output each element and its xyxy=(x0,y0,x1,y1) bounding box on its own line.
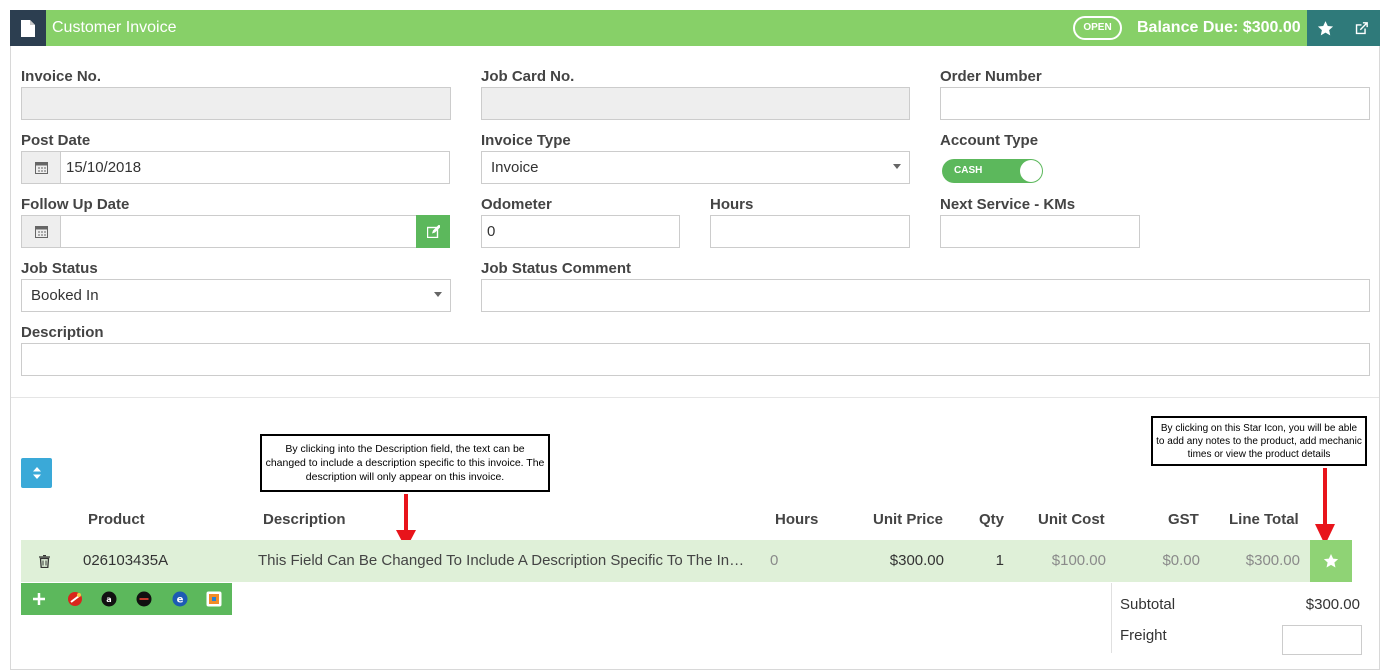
invoice-type-value: Invoice xyxy=(491,159,539,176)
hours-field[interactable] xyxy=(710,215,910,248)
invoice-no-label: Invoice No. xyxy=(21,68,102,85)
integration-1-icon xyxy=(68,592,82,606)
row-line-total: $300.00 xyxy=(1245,552,1300,569)
job-card-no-label: Job Card No. xyxy=(481,68,575,85)
description-callout: By clicking into the Description field, … xyxy=(260,434,550,492)
page-title: Customer Invoice xyxy=(52,19,177,36)
integration-4-button[interactable]: e xyxy=(171,590,189,608)
row-gst: $0.00 xyxy=(1162,552,1200,569)
follow-up-date-field[interactable] xyxy=(60,215,417,248)
trash-icon xyxy=(39,554,50,568)
edit-icon xyxy=(426,225,440,238)
post-date-field[interactable]: 15/10/2018 xyxy=(60,151,450,184)
follow-up-date-label: Follow Up Date xyxy=(21,196,130,213)
row-product[interactable]: 026103435A xyxy=(83,540,168,582)
invoice-header: Customer Invoice OPEN Balance Due: $300.… xyxy=(10,10,1380,46)
invoice-no-field[interactable] xyxy=(21,87,451,120)
row-hours[interactable]: 0 xyxy=(770,540,778,582)
line-actions-bar: a e xyxy=(21,583,232,615)
integration-2-icon: a xyxy=(101,591,117,607)
column-header-qty: Qty xyxy=(979,511,1005,528)
integration-5-icon xyxy=(206,591,222,607)
add-line-button[interactable] xyxy=(30,590,48,608)
chevron-down-icon xyxy=(434,292,442,297)
chevron-down-icon xyxy=(893,164,901,169)
external-link-icon xyxy=(1355,21,1368,34)
calendar-icon xyxy=(34,162,48,174)
subtotal-label: Subtotal xyxy=(1120,596,1176,613)
follow-up-date-calendar[interactable] xyxy=(21,215,61,248)
plus-icon xyxy=(33,593,45,605)
open-external-button[interactable] xyxy=(1343,10,1380,46)
row-description[interactable]: This Field Can Be Changed To Include A D… xyxy=(258,540,750,582)
freight-input[interactable] xyxy=(1282,625,1362,655)
invoice-type-select[interactable]: Invoice xyxy=(481,151,910,184)
row-unit-cost: $100.00 xyxy=(1051,552,1106,569)
column-header-unit-cost: Unit Cost xyxy=(1038,511,1105,528)
calendar-icon xyxy=(34,226,48,238)
integration-2-button[interactable]: a xyxy=(100,590,118,608)
odometer-field[interactable]: 0 xyxy=(481,215,680,248)
description-label: Description xyxy=(21,324,104,341)
job-status-label: Job Status xyxy=(21,260,98,277)
follow-up-edit-button[interactable] xyxy=(416,215,450,248)
invoice-type-label: Invoice Type xyxy=(481,132,571,149)
star-icon xyxy=(1317,20,1333,35)
job-status-select[interactable]: Booked In xyxy=(21,279,451,312)
sort-icon xyxy=(32,467,41,479)
column-header-hours: Hours xyxy=(775,511,819,528)
row-unit-price[interactable]: $300.00 xyxy=(860,540,944,582)
balance-due: Balance Due: $300.00 xyxy=(1137,19,1301,36)
job-status-value: Booked In xyxy=(31,287,99,304)
toggle-knob xyxy=(1020,160,1042,182)
integration-3-button[interactable] xyxy=(135,590,153,608)
svg-text:e: e xyxy=(177,595,184,606)
job-status-comment-field[interactable] xyxy=(481,279,1370,312)
hours-label: Hours xyxy=(710,196,754,213)
integration-5-button[interactable] xyxy=(205,590,223,608)
job-status-comment-label: Job Status Comment xyxy=(481,260,632,277)
account-type-toggle[interactable]: CASH xyxy=(942,159,1043,183)
description-field[interactable] xyxy=(21,343,1370,376)
next-service-field[interactable] xyxy=(940,215,1140,248)
order-number-field[interactable] xyxy=(940,87,1370,120)
section-divider xyxy=(11,397,1379,398)
column-header-line-total: Line Total xyxy=(1229,511,1299,528)
post-date-label: Post Date xyxy=(21,132,91,149)
column-header-product: Product xyxy=(88,511,145,528)
favorite-button[interactable] xyxy=(1307,10,1343,46)
delete-row-button[interactable] xyxy=(39,540,55,582)
integration-3-icon xyxy=(136,591,152,607)
svg-text:a: a xyxy=(106,595,111,604)
row-notes-button[interactable] xyxy=(1310,540,1352,582)
column-header-unit-price: Unit Price xyxy=(873,511,944,528)
star-icon xyxy=(1323,554,1339,568)
status-badge: OPEN xyxy=(1073,16,1122,40)
reorder-button[interactable] xyxy=(21,458,52,488)
order-number-label: Order Number xyxy=(940,68,1042,85)
freight-label: Freight xyxy=(1120,627,1167,644)
row-qty[interactable]: 1 xyxy=(980,540,1004,582)
account-type-label: Account Type xyxy=(940,132,1039,149)
integration-4-icon: e xyxy=(172,591,188,607)
column-header-gst: GST xyxy=(1168,511,1199,528)
subtotal-value: $300.00 xyxy=(1305,596,1360,613)
arrow-annotation xyxy=(1315,468,1335,545)
next-service-label: Next Service - KMs xyxy=(940,196,1076,213)
account-type-toggle-label: CASH xyxy=(954,165,983,176)
document-icon xyxy=(10,10,46,46)
star-callout: By clicking on this Star Icon, you will … xyxy=(1151,416,1367,466)
integration-1-button[interactable] xyxy=(66,590,84,608)
job-card-no-field[interactable] xyxy=(481,87,910,120)
odometer-label: Odometer xyxy=(481,196,552,213)
post-date-calendar[interactable] xyxy=(21,151,61,184)
column-header-description: Description xyxy=(263,511,346,528)
